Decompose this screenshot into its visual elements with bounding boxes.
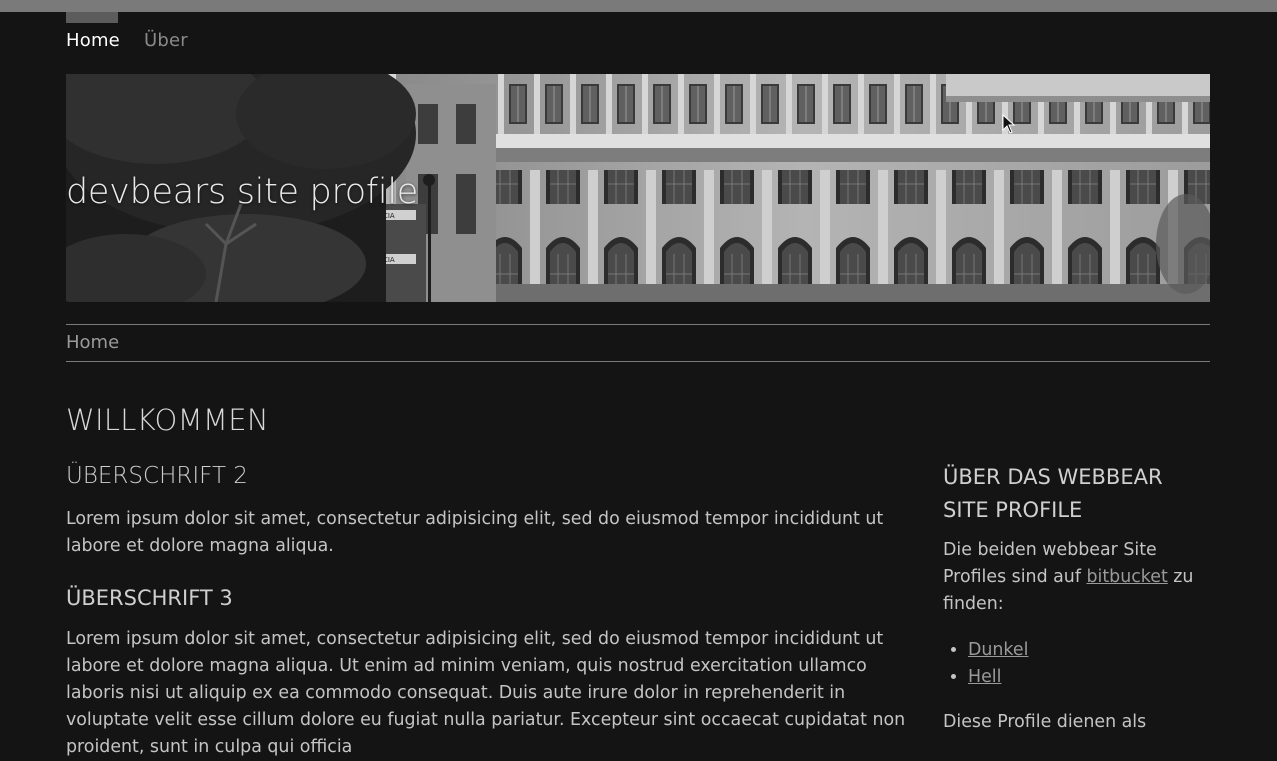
list-item: Hell	[968, 664, 1028, 691]
profile-link-dunkel[interactable]: Dunkel	[968, 640, 1028, 660]
breadcrumb: Home	[66, 324, 1210, 362]
section-heading-3: ÜBERSCHRIFT 3	[66, 586, 233, 610]
profile-list: Dunkel Hell	[943, 637, 1028, 691]
section-text-2: Lorem ipsum dolor sit amet, consectetur …	[66, 629, 906, 757]
section-text-1: Lorem ipsum dolor sit amet, consectetur …	[66, 509, 884, 556]
bitbucket-link[interactable]: bitbucket	[1086, 567, 1167, 587]
site-title: devbears site profile	[66, 172, 419, 212]
nav-item-home[interactable]: Home	[66, 30, 120, 51]
section-heading-2: ÜBERSCHRIFT 2	[66, 463, 248, 489]
breadcrumb-home[interactable]: Home	[66, 332, 119, 353]
hero-banner: POLICIA POLICIA devbears site profile	[66, 74, 1210, 302]
main-nav: Home Über	[66, 30, 188, 51]
sidebar-intro: Die beiden webbear Site Profiles sind au…	[943, 537, 1203, 618]
nav-item-ueber[interactable]: Über	[144, 30, 188, 51]
profile-link-hell[interactable]: Hell	[968, 667, 1001, 687]
page-title: WILLKOMMEN	[66, 403, 269, 437]
window-top-bar	[0, 0, 1277, 12]
sidebar-text-2: Diese Profile dienen als	[943, 712, 1147, 732]
active-nav-indicator	[66, 12, 118, 23]
sidebar-title: ÜBER DAS WEBBEAR SITE PROFILE	[943, 465, 1163, 522]
list-item: Dunkel	[968, 637, 1028, 664]
mouse-cursor-icon	[1002, 114, 1016, 134]
